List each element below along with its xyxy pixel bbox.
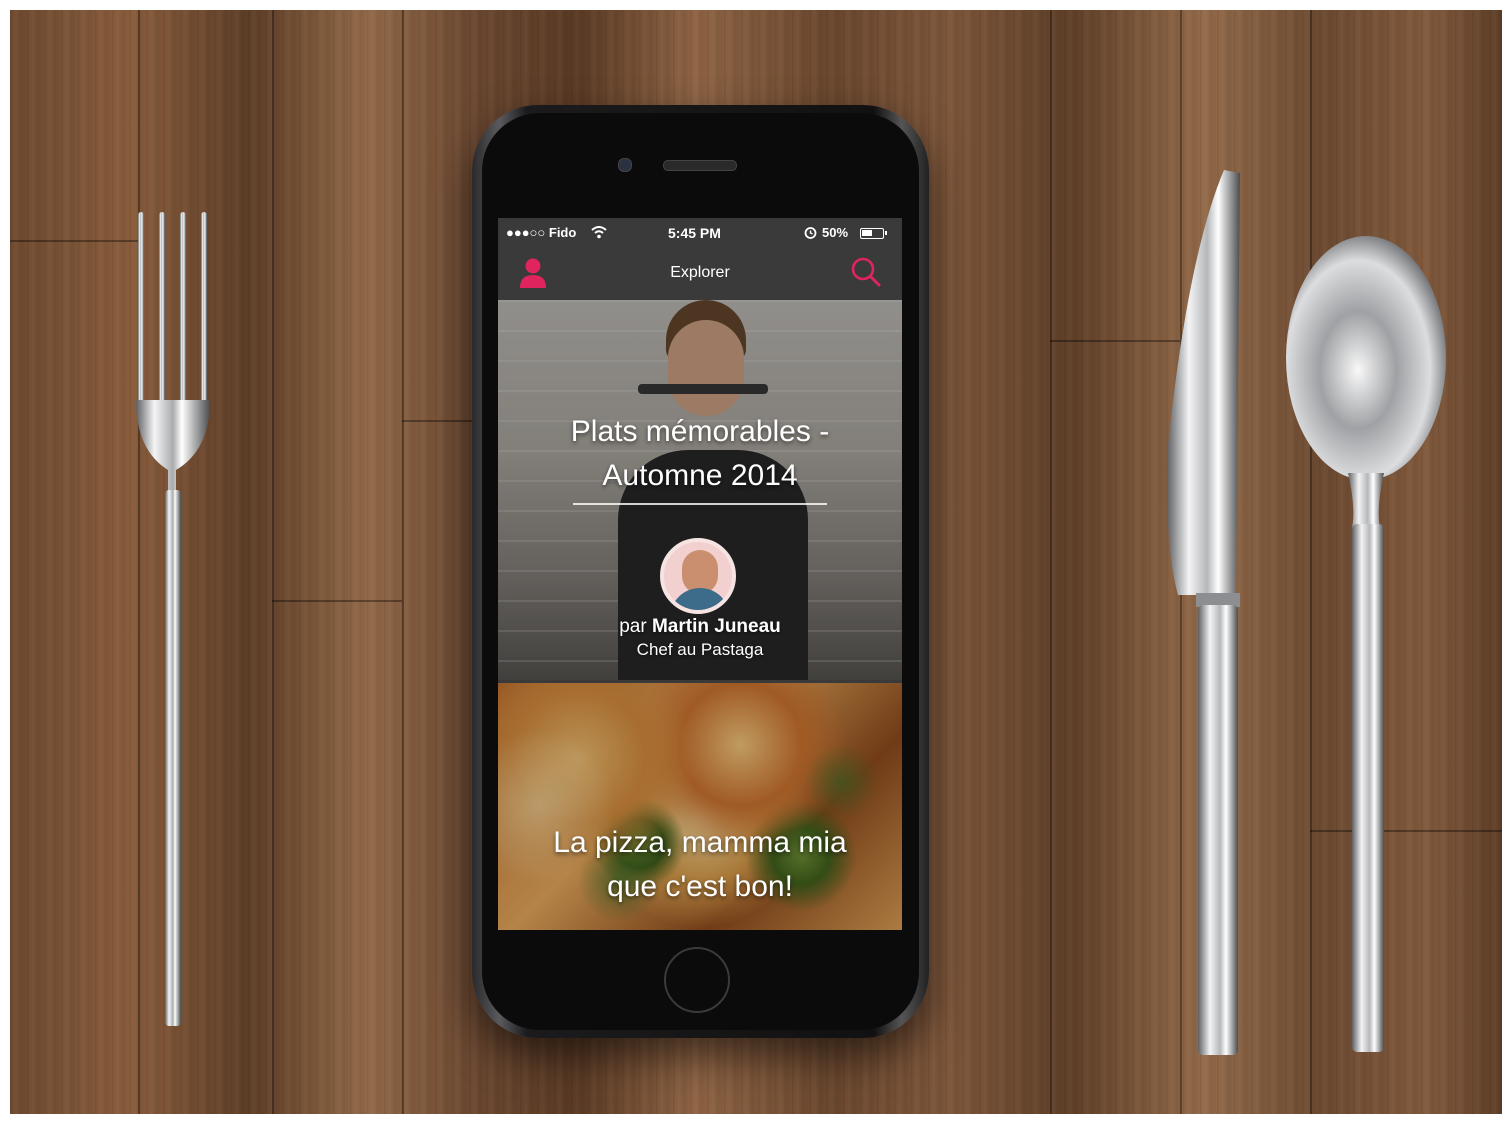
wifi-icon: [591, 226, 607, 239]
title-divider: [573, 503, 827, 505]
knife-image: [1167, 170, 1240, 1055]
earpiece-speaker: [663, 160, 737, 171]
avatar[interactable]: [660, 538, 736, 614]
featured-card-pizza[interactable]: La pizza, mamma mia que c'est bon!: [498, 683, 902, 930]
battery-fill: [862, 230, 872, 236]
plank-seam: [272, 10, 274, 1114]
carrier-label: ●●●○○ Fido: [506, 225, 577, 240]
author-name[interactable]: Martin Juneau: [652, 616, 781, 637]
author-role: Chef au Pastaga: [636, 640, 764, 659]
author-line: par Martin Juneau: [498, 616, 902, 638]
nav-title: Explorer: [670, 264, 730, 281]
search-icon[interactable]: [850, 256, 882, 288]
featured-card-chef[interactable]: Plats mémorables - Automne 2014 par Mart…: [498, 300, 902, 680]
fork-image: [136, 212, 210, 1026]
battery-icon: [860, 228, 887, 239]
plank-seam: [1050, 10, 1052, 1114]
card-title-line1: La pizza, mamma mia: [553, 826, 847, 859]
plank-joint: [272, 600, 402, 602]
front-camera: [618, 158, 632, 172]
status-bar: ●●●○○ Fido 5:45 PM 50%: [498, 218, 902, 248]
navigation-bar: Explorer: [498, 248, 902, 300]
card-title-line2: que c'est bon!: [607, 870, 793, 903]
battery-percent: 50%: [822, 225, 849, 240]
clock-time: 5:45 PM: [668, 225, 721, 241]
author-prefix: par: [619, 616, 647, 637]
plank-joint: [402, 420, 472, 422]
app-screen: ●●●○○ Fido 5:45 PM 50% Explorer Plats mé…: [498, 218, 902, 930]
spoon-image: [1286, 236, 1446, 1052]
plank-seam: [402, 10, 404, 1114]
alarm-icon: [804, 227, 817, 239]
card-title-line2: Automne 2014: [602, 459, 798, 492]
home-button[interactable]: [664, 947, 730, 1013]
card-title-line1: Plats mémorables -: [570, 415, 830, 448]
